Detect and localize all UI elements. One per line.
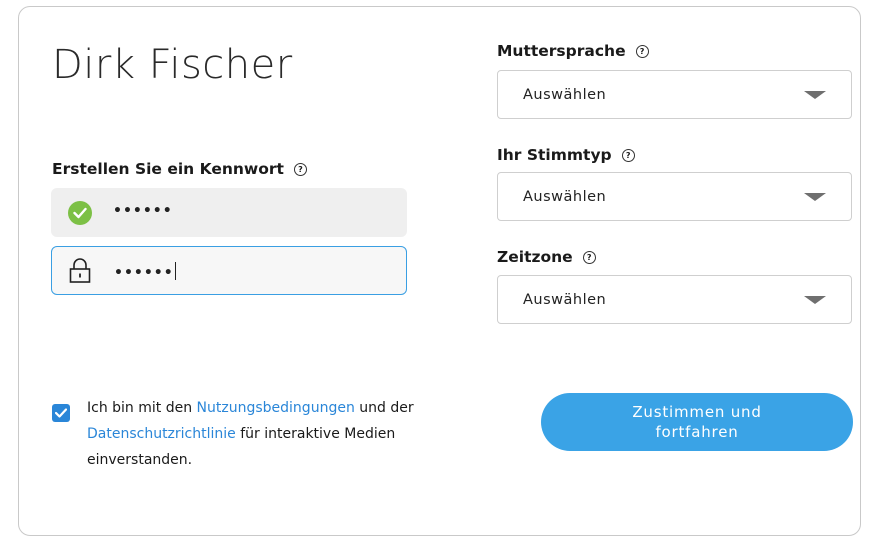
cta-line-1: Zustimmen und: [632, 403, 762, 421]
confirm-password-value: ••••••: [114, 262, 177, 281]
help-icon[interactable]: ?: [621, 149, 635, 162]
terms-text-1: Ich bin mit den: [87, 400, 197, 416]
voice-type-label-text: Ihr Stimmtyp: [497, 146, 612, 164]
password-field[interactable]: ••••••: [51, 188, 407, 237]
password-value: ••••••: [113, 203, 173, 219]
timezone-label-text: Zeitzone: [497, 248, 573, 266]
dropdown-arrow-icon: [804, 193, 826, 201]
terms-checkbox[interactable]: [52, 404, 70, 422]
dropdown-arrow-icon: [804, 91, 826, 99]
voice-type-label: Ihr Stimmtyp?: [497, 146, 635, 164]
password-label-text: Erstellen Sie ein Kennwort: [52, 160, 284, 178]
voice-type-value: Auswählen: [523, 189, 607, 205]
voice-type-select[interactable]: Auswählen: [497, 172, 852, 221]
timezone-label: Zeitzone?: [497, 248, 596, 266]
native-language-select[interactable]: Auswählen: [497, 70, 852, 119]
terms-text-2: und der: [354, 400, 414, 416]
cta-line-2: fortfahren: [655, 423, 739, 441]
help-icon[interactable]: ?: [635, 45, 649, 58]
lock-icon: [68, 257, 92, 289]
privacy-policy-link[interactable]: Datenschutzrichtlinie: [87, 426, 236, 442]
confirm-password-field[interactable]: ••••••: [51, 246, 407, 295]
check-circle-icon: [68, 201, 92, 225]
terms-text: Ich bin mit den Nutzungsbedingungen und …: [87, 395, 467, 473]
native-language-label: Muttersprache?: [497, 42, 649, 60]
native-language-label-text: Muttersprache: [497, 42, 626, 60]
help-icon[interactable]: ?: [293, 163, 307, 176]
help-icon[interactable]: ?: [582, 251, 596, 264]
agree-continue-button[interactable]: Zustimmen und fortfahren: [541, 393, 853, 451]
timezone-value: Auswählen: [523, 292, 607, 308]
native-language-value: Auswählen: [523, 87, 607, 103]
text-cursor: [174, 262, 177, 280]
timezone-select[interactable]: Auswählen: [497, 275, 852, 324]
dropdown-arrow-icon: [804, 296, 826, 304]
terms-of-use-link[interactable]: Nutzungsbedingungen: [197, 400, 355, 416]
user-name-heading: Dirk Fischer: [52, 42, 293, 88]
password-label: Erstellen Sie ein Kennwort?: [52, 160, 307, 178]
confirm-password-text: ••••••: [114, 265, 174, 281]
